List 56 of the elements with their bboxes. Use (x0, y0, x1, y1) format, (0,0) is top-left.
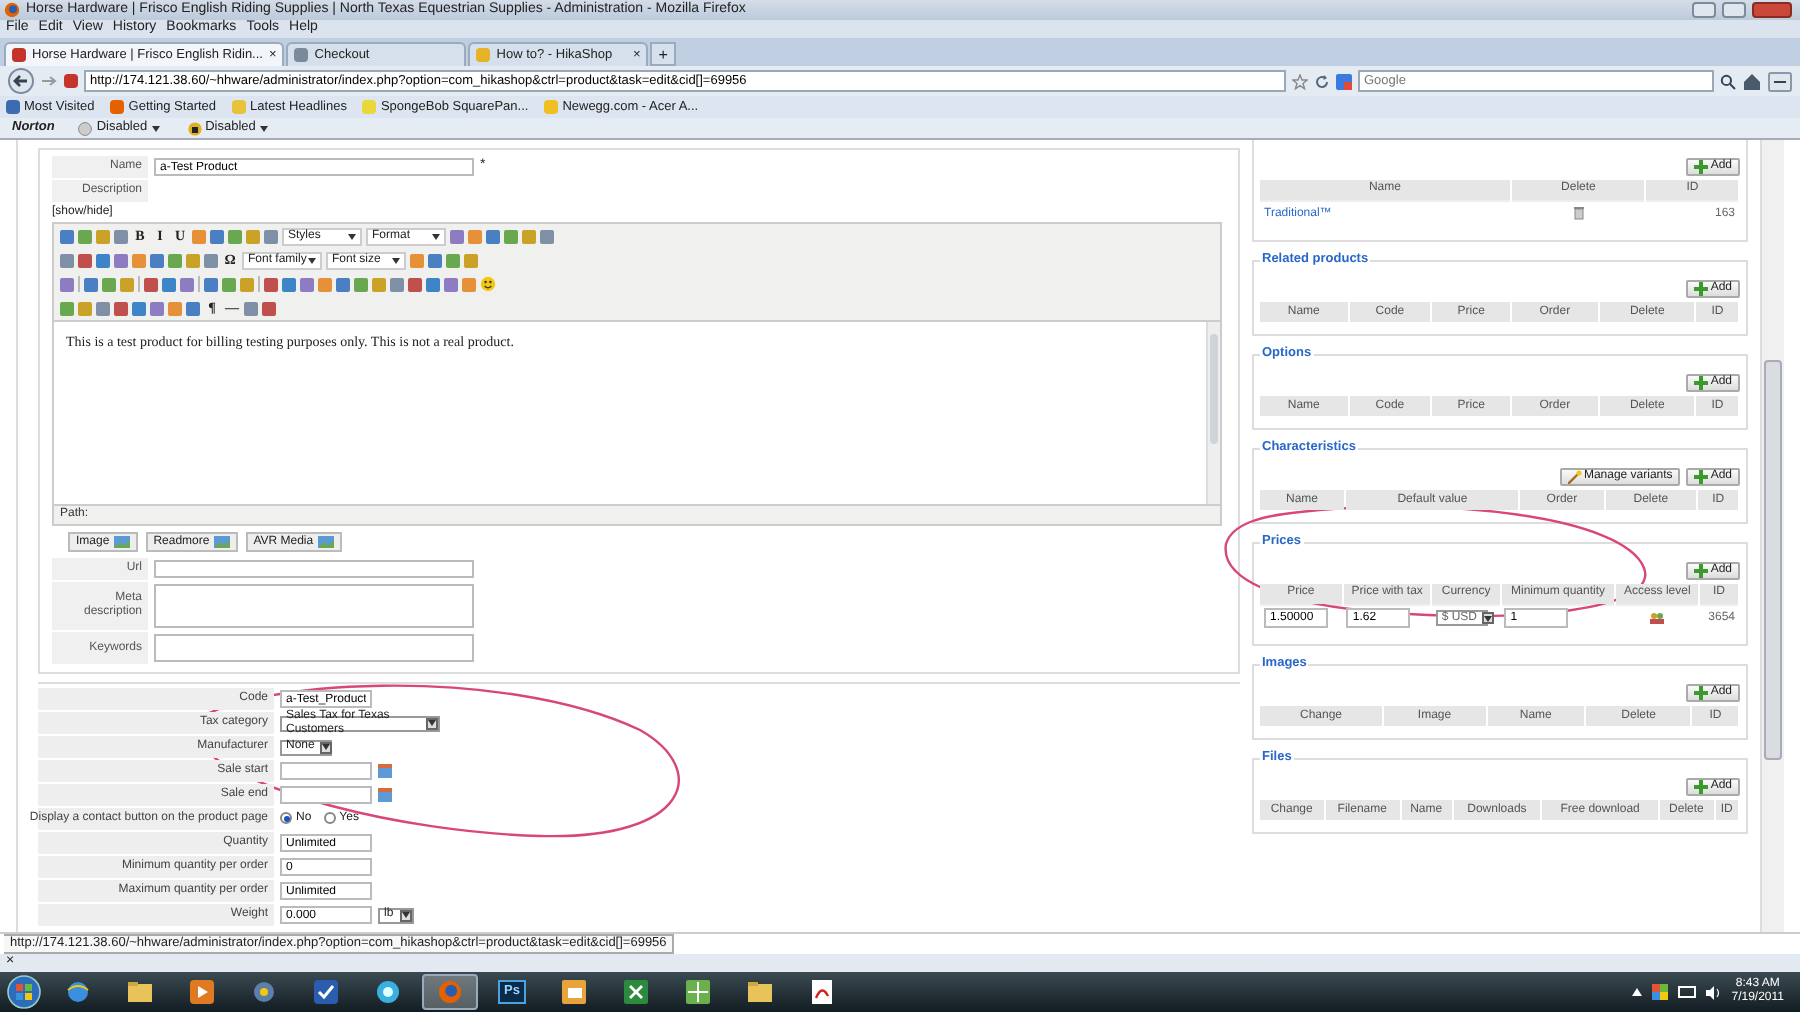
plus-icon (1694, 160, 1709, 174)
minimize-button[interactable] (1692, 2, 1716, 18)
input-field[interactable] (280, 786, 372, 804)
envelope-icon (562, 980, 586, 1004)
image-icon (317, 536, 334, 548)
plus-icon (1694, 686, 1709, 700)
trash-icon[interactable] (1573, 206, 1584, 221)
check-icon (314, 980, 338, 1004)
shield-icon (78, 121, 93, 135)
site-icon (64, 74, 78, 88)
favicon-icon (476, 48, 491, 62)
input-field[interactable] (154, 560, 474, 578)
firefox-icon (438, 980, 462, 1004)
forward-button[interactable] (40, 72, 58, 90)
page-scrollbar[interactable] (1760, 140, 1784, 932)
favicon-icon (294, 48, 309, 62)
maximize-button[interactable] (1722, 2, 1746, 18)
plus-icon (1694, 282, 1709, 296)
monitor-icon[interactable] (1677, 985, 1696, 999)
reload-icon[interactable] (1314, 73, 1330, 89)
image-icon (113, 536, 130, 548)
text-area[interactable] (154, 634, 474, 662)
network-icon (252, 980, 276, 1004)
document-icon (810, 980, 834, 1004)
circle-icon (376, 980, 400, 1004)
globe-icon (66, 980, 90, 1004)
plus-icon (1694, 564, 1709, 578)
wand-icon (1567, 470, 1582, 484)
show-hidden-icons-button[interactable] (1631, 988, 1642, 996)
favicon-icon (12, 48, 26, 62)
google-icon (1336, 73, 1352, 89)
grid-icon (686, 980, 710, 1004)
plus-icon (1694, 780, 1709, 794)
input-field[interactable] (280, 762, 372, 780)
plus-icon (1694, 470, 1709, 484)
plus-icon (1694, 376, 1709, 390)
play-icon (190, 980, 214, 1004)
image-icon (213, 536, 230, 548)
search-icon[interactable] (1720, 73, 1736, 89)
spreadsheet-icon (624, 980, 648, 1004)
home-icon[interactable] (1742, 71, 1762, 91)
star-icon[interactable] (1292, 73, 1308, 89)
folder-icon (748, 980, 772, 1004)
flag-icon[interactable] (1651, 984, 1668, 1000)
group-icon[interactable] (1650, 611, 1665, 624)
toolbar-menu-icon[interactable] (1768, 71, 1792, 91)
speaker-icon[interactable] (1705, 985, 1722, 999)
firefox-icon (4, 2, 20, 18)
lock-icon (187, 121, 202, 135)
text-area[interactable] (154, 584, 474, 628)
new-tab-button[interactable]: + (650, 42, 676, 66)
smiley-icon[interactable] (480, 276, 496, 292)
start-button[interactable] (4, 974, 44, 1010)
folder-icon (128, 980, 152, 1004)
close-button[interactable] (1752, 2, 1792, 18)
back-button[interactable] (8, 68, 34, 94)
